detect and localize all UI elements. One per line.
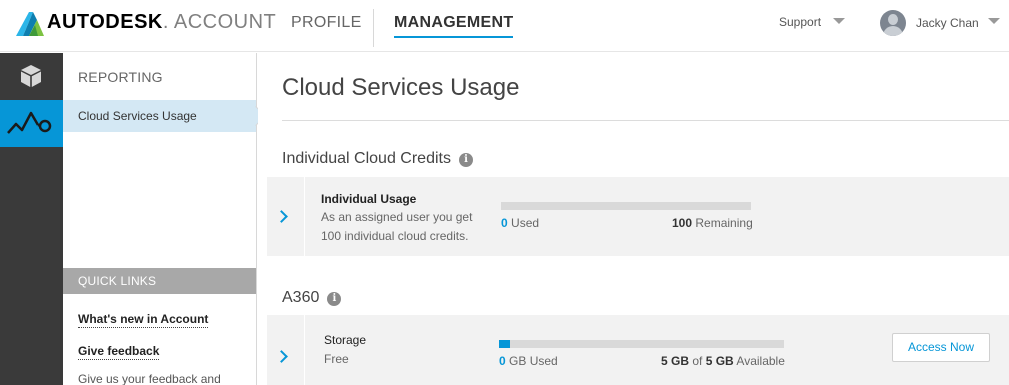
usage-chart-icon	[7, 111, 52, 134]
nav-profile[interactable]: PROFILE	[291, 14, 362, 32]
section-title-a360: A360 i	[282, 289, 342, 307]
quick-link-whats-new[interactable]: What's new in Account	[78, 312, 209, 328]
support-chevron-down-icon[interactable]	[833, 18, 845, 24]
credits-remaining: 100 Remaining	[672, 216, 753, 230]
card-description-line: 100 individual cloud credits.	[321, 229, 469, 243]
sidebar-item-cloud-services-usage[interactable]: Cloud Services Usage	[63, 100, 266, 132]
icon-rail	[0, 53, 63, 385]
rail-item-products[interactable]	[0, 53, 63, 100]
individual-usage-card: Individual Usage As an assigned user you…	[267, 177, 1009, 256]
nav-divider	[373, 9, 374, 47]
quick-link-give-feedback[interactable]: Give feedback	[78, 344, 160, 360]
credits-remaining-label: Remaining	[695, 216, 753, 230]
user-name[interactable]: Jacky Chan	[916, 16, 979, 30]
brand-wordmark[interactable]: AUTODESK. ACCOUNT	[47, 11, 276, 34]
storage-used: 0 GB Used	[499, 354, 558, 368]
expand-toggle[interactable]	[267, 177, 305, 256]
info-icon[interactable]: i	[458, 153, 473, 167]
card-description-line: As an assigned user you get	[321, 210, 473, 224]
storage-available: 5 GB of 5 GB Available	[661, 354, 785, 368]
chevron-right-icon	[275, 210, 288, 223]
card-title: Individual Usage	[321, 192, 417, 206]
quick-links-header: QUICK LINKS	[63, 268, 256, 294]
feedback-description: Give us your feedback and	[78, 372, 221, 385]
section-title-text: Individual Cloud Credits	[282, 150, 451, 167]
info-icon[interactable]: i	[327, 292, 342, 306]
support-menu[interactable]: Support	[779, 15, 821, 29]
rail-item-reporting[interactable]	[0, 100, 63, 147]
storage-of-label: of	[692, 354, 703, 368]
top-header: AUTODESK. ACCOUNT PROFILE MANAGEMENT Sup…	[0, 0, 1009, 52]
storage-available-total: 5 GB	[705, 354, 734, 368]
card-title: Storage	[324, 333, 367, 347]
storage-used-label: GB Used	[509, 354, 558, 368]
nav-management[interactable]: MANAGEMENT	[394, 14, 514, 38]
box-icon	[21, 65, 41, 87]
sidebar-section-title: REPORTING	[78, 69, 163, 85]
avatar-head-shape	[888, 14, 898, 25]
credits-progress-bar	[501, 202, 751, 210]
chevron-right-icon	[275, 350, 288, 363]
user-chevron-down-icon[interactable]	[988, 18, 1000, 24]
storage-available-used: 5 GB	[661, 354, 690, 368]
access-now-button[interactable]: Access Now	[892, 333, 990, 362]
autodesk-logo-icon	[16, 12, 44, 36]
avatar[interactable]	[880, 10, 906, 36]
card-description: As an assigned user you get 100 individu…	[321, 208, 472, 246]
credits-used-label: Used	[511, 216, 540, 230]
main-content: Cloud Services Usage Individual Cloud Cr…	[258, 53, 1009, 385]
credits-used: 0 Used	[501, 216, 539, 230]
brand-product: . ACCOUNT	[162, 11, 277, 33]
page-title: Cloud Services Usage	[282, 74, 520, 101]
expand-toggle[interactable]	[267, 315, 305, 385]
brand-name: AUTODESK	[47, 11, 163, 33]
credits-remaining-value: 100	[672, 216, 693, 230]
avatar-body-shape	[883, 26, 903, 36]
storage-used-value: 0	[499, 354, 506, 368]
storage-available-label: Available	[736, 354, 785, 368]
credits-used-value: 0	[501, 216, 508, 230]
storage-progress-fill	[499, 340, 511, 348]
storage-progress-bar	[499, 340, 784, 348]
section-title-cloud-credits: Individual Cloud Credits i	[282, 150, 473, 168]
section-title-text: A360	[282, 289, 320, 306]
card-subtitle: Free	[324, 352, 349, 366]
sidebar: REPORTING Cloud Services Usage QUICK LIN…	[63, 53, 266, 385]
sidebar-item-label: Cloud Services Usage	[78, 109, 197, 123]
storage-card: Storage Free 0 GB Used 5 GB of 5 GB Avai…	[267, 315, 1009, 385]
title-divider	[282, 120, 1009, 121]
